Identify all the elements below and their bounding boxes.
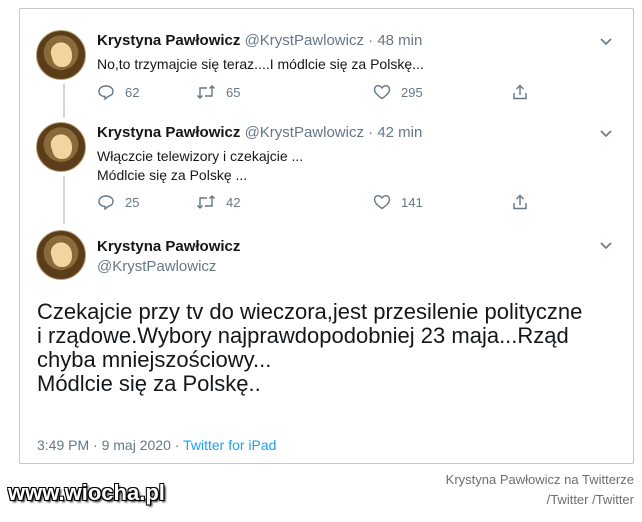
like-icon bbox=[373, 84, 391, 100]
tweet-header: Krystyna Pawłowicz @KrystPawlowicz · 42 … bbox=[97, 124, 422, 141]
tweet-date[interactable]: 9 maj 2020 bbox=[102, 437, 171, 453]
separator-dot: · bbox=[368, 32, 374, 49]
avatar[interactable] bbox=[36, 30, 86, 80]
tweet-time[interactable]: 42 min bbox=[377, 124, 422, 141]
like-button[interactable]: 141 bbox=[373, 192, 423, 212]
tweet-text-line: Włączcie telewizory i czekajcie ... bbox=[97, 148, 304, 164]
author-handle[interactable]: @KrystPawlowicz bbox=[245, 124, 364, 141]
author-handle[interactable]: @KrystPawlowicz bbox=[245, 32, 364, 49]
reply-button[interactable]: 25 bbox=[97, 192, 139, 212]
tweet-header: Krystyna Pawłowicz @KrystPawlowicz · 48 … bbox=[97, 32, 422, 49]
tweet-text: No,to trzymajcie się teraz....I módlcie … bbox=[97, 55, 424, 74]
tweet-time[interactable]: 48 min bbox=[377, 32, 422, 49]
tweet-source-link[interactable]: Twitter for iPad bbox=[183, 437, 276, 453]
like-count: 295 bbox=[401, 84, 423, 100]
chevron-down-icon[interactable] bbox=[598, 125, 614, 141]
author-name[interactable]: Krystyna Pawłowicz bbox=[97, 32, 240, 49]
avatar[interactable] bbox=[36, 230, 86, 280]
like-icon bbox=[373, 194, 391, 210]
watermark: www.wiocha.pl bbox=[8, 480, 165, 505]
author-handle[interactable]: @KrystPawlowicz bbox=[97, 258, 216, 275]
tweet-actions: 25 42 141 bbox=[97, 192, 537, 212]
retweet-count: 65 bbox=[226, 84, 241, 100]
share-icon bbox=[513, 84, 527, 100]
retweet-button[interactable]: 42 bbox=[196, 192, 240, 212]
share-icon bbox=[513, 194, 527, 210]
separator-dot: · bbox=[93, 437, 98, 453]
like-button[interactable]: 295 bbox=[373, 82, 423, 102]
share-button[interactable] bbox=[511, 82, 529, 102]
main-tweet-text: Czekajcie przy tv do wieczora,jest przes… bbox=[37, 300, 627, 396]
chevron-down-icon[interactable] bbox=[598, 237, 614, 253]
credit-line: Krystyna Pawłowicz na Twitterze bbox=[445, 472, 634, 487]
thread-connector-line bbox=[63, 176, 65, 224]
chevron-down-icon[interactable] bbox=[598, 33, 614, 49]
tweet-text-line: Módlcie się za Polskę ... bbox=[97, 167, 248, 183]
retweet-icon bbox=[197, 195, 215, 209]
thread-connector-line bbox=[63, 84, 65, 118]
retweet-button[interactable]: 65 bbox=[196, 82, 240, 102]
main-tweet-text-line: Czekajcie przy tv do wieczora,jest przes… bbox=[37, 299, 583, 324]
main-tweet-text-line: chyba mniejszościowy... bbox=[37, 347, 272, 372]
tweet-text: Włączcie telewizory i czekajcie ... Módl… bbox=[97, 147, 303, 185]
retweet-icon bbox=[197, 85, 215, 99]
reply-icon bbox=[98, 85, 114, 101]
avatar[interactable] bbox=[36, 122, 86, 172]
credit-line: /Twitter /Twitter bbox=[546, 492, 634, 507]
main-tweet-text-line: Módlcie się za Polskę.. bbox=[37, 371, 261, 396]
reply-count: 25 bbox=[125, 194, 140, 210]
author-name[interactable]: Krystyna Pawłowicz bbox=[97, 124, 240, 141]
tweet-time[interactable]: 3:49 PM bbox=[37, 437, 89, 453]
main-tweet-text-line: i rządowe.Wybory najprawdopodobniej 23 m… bbox=[37, 323, 569, 348]
share-button[interactable] bbox=[511, 192, 529, 212]
reply-count: 62 bbox=[125, 84, 140, 100]
tweet-actions: 62 65 295 bbox=[97, 82, 537, 102]
tweet-meta: 3:49 PM · 9 maj 2020 · Twitter for iPad bbox=[37, 437, 276, 453]
separator-dot: · bbox=[368, 124, 374, 141]
tweet-text-line: No,to trzymajcie się teraz....I módlcie … bbox=[97, 56, 424, 72]
reply-icon bbox=[98, 195, 114, 211]
retweet-count: 42 bbox=[226, 194, 241, 210]
reply-button[interactable]: 62 bbox=[97, 82, 139, 102]
like-count: 141 bbox=[401, 194, 423, 210]
separator-dot: · bbox=[174, 437, 180, 453]
author-name[interactable]: Krystyna Pawłowicz bbox=[97, 238, 240, 255]
